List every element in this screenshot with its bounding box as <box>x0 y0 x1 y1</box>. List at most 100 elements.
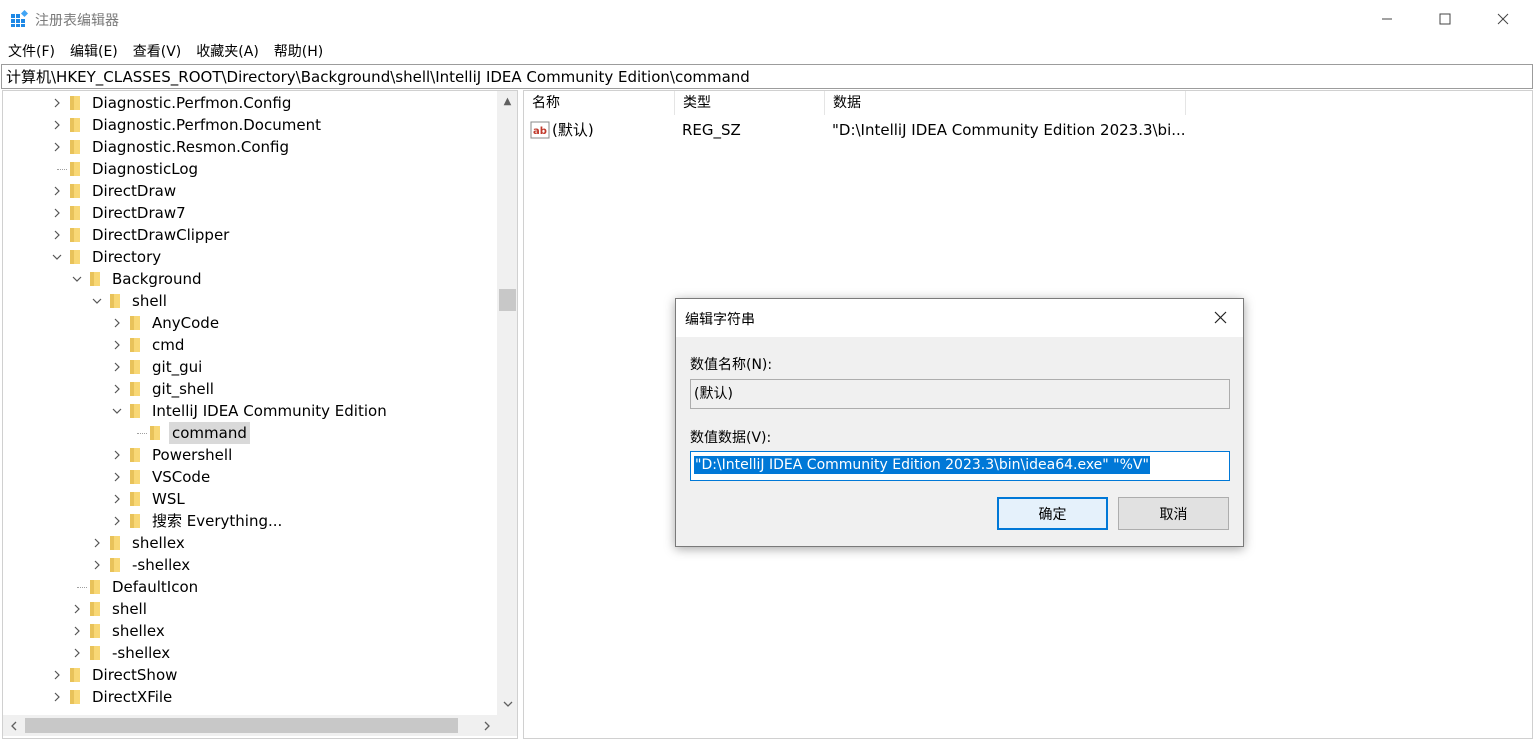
chevron-right-icon[interactable] <box>111 488 123 510</box>
menu-favorites[interactable]: 收藏夹(A) <box>196 41 259 61</box>
chevron-right-icon[interactable] <box>51 686 63 708</box>
tree-horizontal-scrollbar[interactable] <box>3 715 497 736</box>
window-title: 注册表编辑器 <box>35 13 119 29</box>
folder-icon <box>129 337 143 353</box>
folder-icon <box>69 117 83 133</box>
value-data-field[interactable]: "D:\IntelliJ IDEA Community Edition 2023… <box>690 451 1230 481</box>
chevron-down-icon[interactable] <box>51 246 63 268</box>
chevron-right-icon[interactable] <box>51 180 63 202</box>
close-button[interactable] <box>1474 0 1532 38</box>
chevron-right-icon[interactable] <box>111 312 123 334</box>
tree-item[interactable]: 搜索 Everything... <box>3 510 497 532</box>
tree-item[interactable]: IntelliJ IDEA Community Edition <box>3 400 497 422</box>
tree-item[interactable]: DefaultIcon <box>3 576 497 598</box>
chevron-right-icon[interactable] <box>111 466 123 488</box>
tree-item[interactable]: git_shell <box>3 378 497 400</box>
tree-vertical-scroll-thumb[interactable] <box>499 289 516 311</box>
tree-item[interactable]: Background <box>3 268 497 290</box>
tree-item[interactable]: git_gui <box>3 356 497 378</box>
menu-view[interactable]: 查看(V) <box>133 41 182 61</box>
tree-item[interactable]: DiagnosticLog <box>3 158 497 180</box>
tree-horizontal-scroll-thumb[interactable] <box>25 718 458 733</box>
tree-item[interactable]: cmd <box>3 334 497 356</box>
chevron-right-icon[interactable] <box>51 202 63 224</box>
chevron-right-icon[interactable] <box>71 642 83 664</box>
tree-item[interactable]: WSL <box>3 488 497 510</box>
menu-edit[interactable]: 编辑(E) <box>70 41 118 61</box>
tree-item-label: Diagnostic.Perfmon.Config <box>92 94 292 112</box>
chevron-right-icon[interactable] <box>51 664 63 686</box>
string-value-icon: ab <box>530 121 550 139</box>
tree-item[interactable]: Diagnostic.Perfmon.Document <box>3 114 497 136</box>
tree-connector <box>77 587 87 588</box>
tree-item[interactable]: Diagnostic.Perfmon.Config <box>3 92 497 114</box>
minimize-button[interactable] <box>1358 0 1416 38</box>
tree-item-label: DirectDraw7 <box>92 204 186 222</box>
dialog-close-button[interactable] <box>1208 305 1232 329</box>
scroll-left-icon[interactable] <box>5 717 22 734</box>
scroll-corner <box>497 715 517 736</box>
chevron-down-icon[interactable] <box>71 268 83 290</box>
tree-item-label: shell <box>132 292 167 310</box>
tree-item[interactable]: AnyCode <box>3 312 497 334</box>
chevron-right-icon[interactable] <box>111 334 123 356</box>
chevron-right-icon[interactable] <box>51 136 63 158</box>
tree-item-label: DirectDrawClipper <box>92 226 230 244</box>
chevron-right-icon[interactable] <box>71 620 83 642</box>
tree-item[interactable]: shellex <box>3 532 497 554</box>
scroll-up-icon[interactable]: ▲ <box>499 93 516 110</box>
tree-item[interactable]: -shellex <box>3 642 497 664</box>
tree-vertical-scrollbar[interactable]: ▲ <box>497 91 517 715</box>
tree-item[interactable]: VSCode <box>3 466 497 488</box>
chevron-right-icon[interactable] <box>91 554 103 576</box>
chevron-right-icon[interactable] <box>111 378 123 400</box>
menu-help[interactable]: 帮助(H) <box>274 41 323 61</box>
chevron-right-icon[interactable] <box>51 114 63 136</box>
folder-icon <box>69 205 83 221</box>
chevron-right-icon[interactable] <box>111 510 123 532</box>
tree-item[interactable]: DirectShow <box>3 664 497 686</box>
tree-item[interactable]: DirectDraw <box>3 180 497 202</box>
tree-item[interactable]: Directory <box>3 246 497 268</box>
folder-icon <box>149 425 163 441</box>
tree-item[interactable]: DirectDrawClipper <box>3 224 497 246</box>
tree-item[interactable]: shell <box>3 598 497 620</box>
folder-icon <box>69 249 83 265</box>
ok-button[interactable]: 确定 <box>997 497 1108 530</box>
tree-item-label: DirectDraw <box>92 182 177 200</box>
tree-item[interactable]: Powershell <box>3 444 497 466</box>
scroll-down-icon[interactable] <box>499 695 516 712</box>
chevron-right-icon[interactable] <box>51 224 63 246</box>
chevron-right-icon[interactable] <box>91 532 103 554</box>
maximize-button[interactable] <box>1416 0 1474 38</box>
tree-item[interactable]: shellex <box>3 620 497 642</box>
value-name: (默认) <box>552 121 594 139</box>
tree-item[interactable]: DirectDraw7 <box>3 202 497 224</box>
value-row[interactable]: ab (默认) REG_SZ "D:\IntelliJ IDEA Communi… <box>524 119 1532 141</box>
chevron-right-icon[interactable] <box>71 598 83 620</box>
value-data-text: "D:\IntelliJ IDEA Community Edition 2023… <box>694 456 1150 474</box>
chevron-right-icon[interactable] <box>51 92 63 114</box>
tree-item-label: Diagnostic.Perfmon.Document <box>92 116 321 134</box>
tree-item-label: Background <box>112 270 202 288</box>
chevron-right-icon[interactable] <box>111 444 123 466</box>
column-header-type[interactable]: 类型 <box>675 91 825 115</box>
chevron-down-icon[interactable] <box>111 400 123 422</box>
column-header-name[interactable]: 名称 <box>524 91 675 115</box>
key-tree-pane[interactable]: Diagnostic.Perfmon.Config Diagnostic.Perf… <box>2 90 518 739</box>
column-header-data[interactable]: 数据 <box>825 91 1186 115</box>
scroll-right-icon[interactable] <box>478 717 495 734</box>
address-bar[interactable]: 计算机\HKEY_CLASSES_ROOT\Directory\Backgrou… <box>1 64 1533 89</box>
chevron-down-icon[interactable] <box>91 290 103 312</box>
value-type: REG_SZ <box>682 121 741 139</box>
tree-item[interactable]: command <box>3 422 497 444</box>
cancel-button[interactable]: 取消 <box>1118 497 1229 530</box>
menu-file[interactable]: 文件(F) <box>8 41 55 61</box>
tree-item-label: cmd <box>152 336 185 354</box>
tree-item-label: shellex <box>132 534 185 552</box>
chevron-right-icon[interactable] <box>111 356 123 378</box>
tree-item[interactable]: Diagnostic.Resmon.Config <box>3 136 497 158</box>
tree-item[interactable]: shell <box>3 290 497 312</box>
tree-item[interactable]: -shellex <box>3 554 497 576</box>
tree-item[interactable]: DirectXFile <box>3 686 497 708</box>
